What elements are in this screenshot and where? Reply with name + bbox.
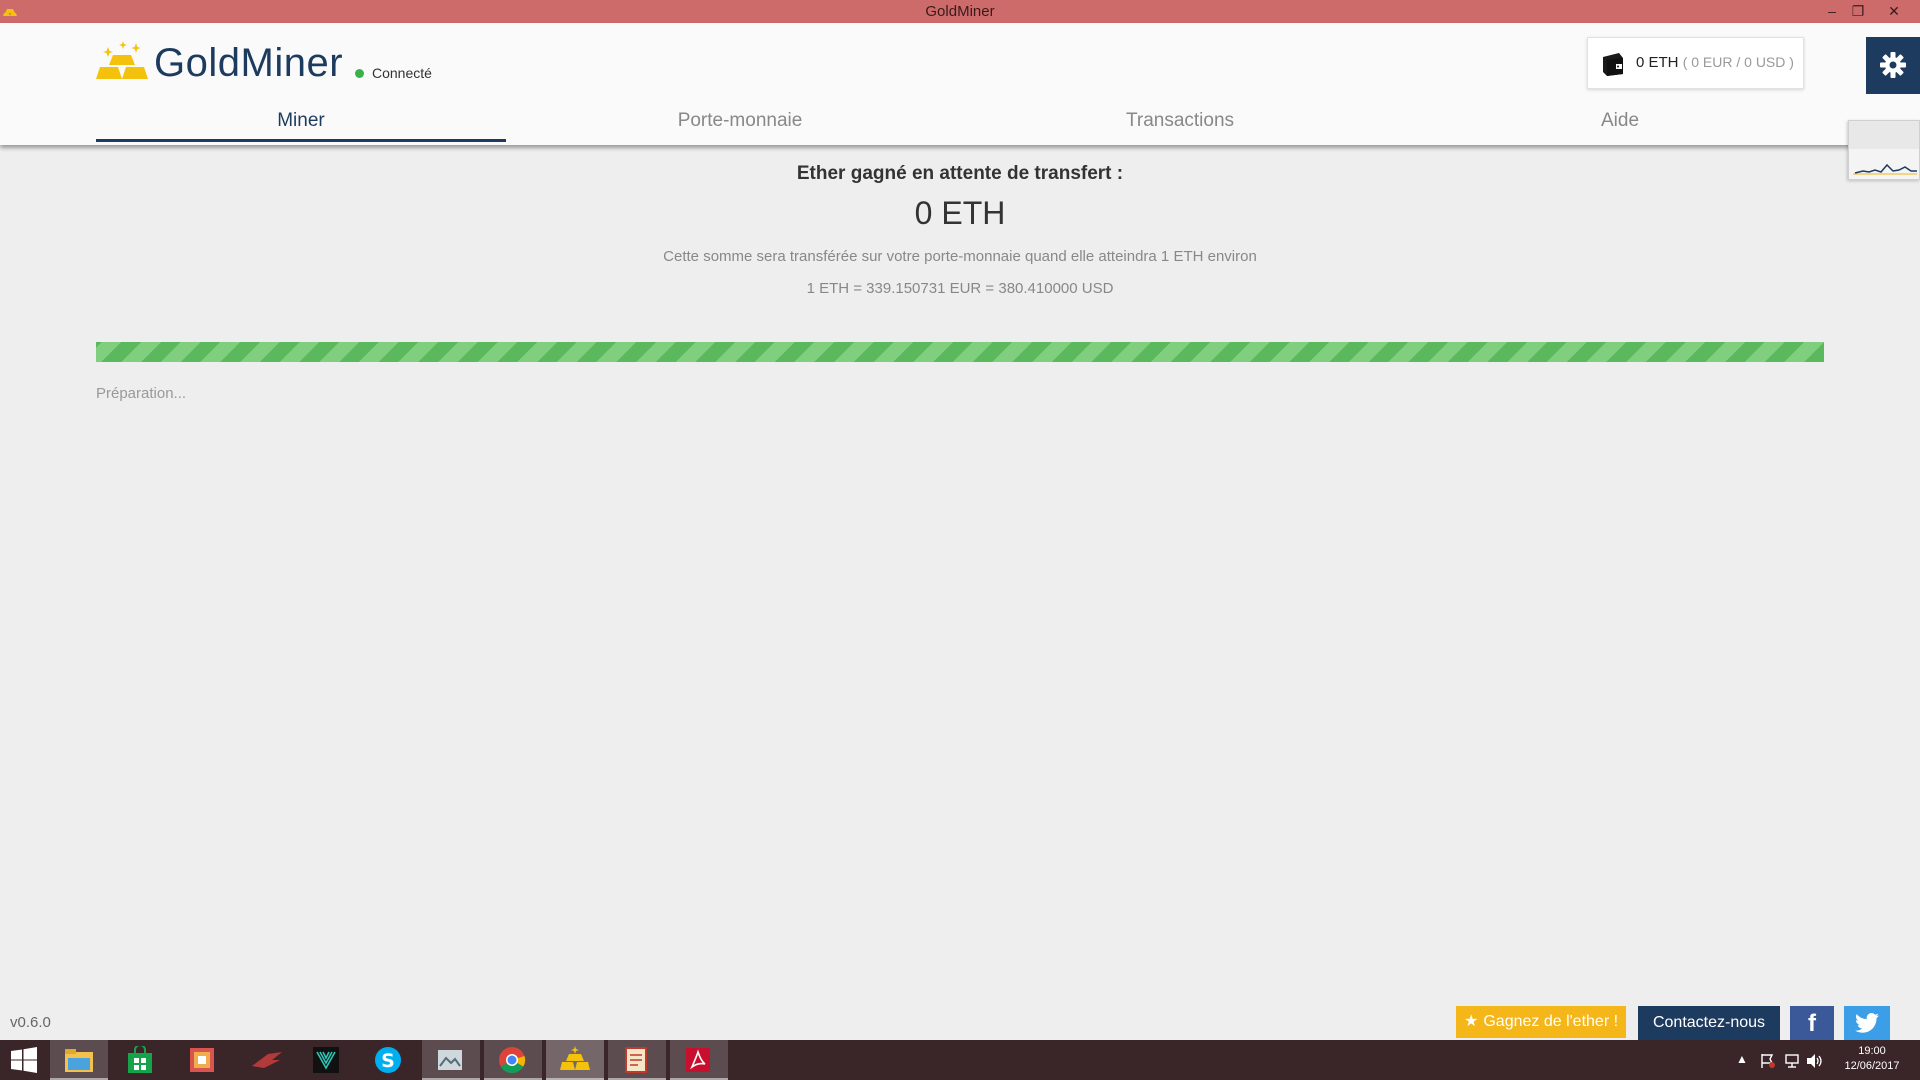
rog-eye-icon [252, 1052, 282, 1068]
taskbar-file-explorer[interactable] [50, 1040, 108, 1080]
facebook-icon: f [1808, 1010, 1816, 1037]
contact-button[interactable]: Contactez-nous [1638, 1006, 1780, 1040]
taskbar-photos[interactable] [422, 1040, 480, 1080]
tray-overflow-arrow[interactable]: ▲ [1736, 1052, 1748, 1080]
maximize-button[interactable]: ❐ [1846, 1, 1870, 21]
action-center-flag-icon[interactable] [1760, 1053, 1776, 1069]
taskbar-skype[interactable]: S [360, 1040, 418, 1080]
twitter-button[interactable] [1844, 1006, 1890, 1040]
volume-icon[interactable] [1806, 1053, 1824, 1069]
taskbar-steelseries[interactable] [298, 1040, 356, 1080]
app-name: GoldMiner [154, 41, 344, 85]
steelseries-icon [313, 1047, 339, 1073]
network-icon[interactable] [1784, 1053, 1800, 1069]
earn-ether-label: Gagnez de l'ether ! [1483, 1013, 1619, 1030]
gold-bars-icon [96, 41, 148, 79]
goldminer-taskbar-icon [560, 1046, 590, 1070]
taskbar-clock[interactable]: 19:00 12/06/2017 [1832, 1044, 1912, 1074]
start-button[interactable] [0, 1040, 48, 1080]
connection-status-label: Connecté [372, 65, 432, 81]
connection-status: Connecté [355, 65, 432, 81]
facebook-button[interactable]: f [1790, 1006, 1834, 1040]
wallet-icon [1603, 53, 1623, 76]
star-icon: ★ [1464, 1013, 1479, 1030]
taskbar-acrobat[interactable] [670, 1040, 728, 1080]
windows-logo-icon [11, 1047, 37, 1073]
wallet-balance-box[interactable]: 0 ETH ( 0 EUR / 0 USD ) [1587, 37, 1804, 89]
svg-text:S: S [381, 1050, 395, 1072]
store-bag-icon [128, 1046, 152, 1073]
app-version: v0.6.0 [10, 1014, 51, 1031]
taskbar-chrome[interactable] [484, 1040, 542, 1080]
mining-progress-fill [96, 342, 1824, 362]
window-title: GoldMiner [925, 3, 995, 20]
app-header: GoldMiner Connecté 0 ETH ( 0 EUR / 0 USD… [0, 23, 1920, 145]
tab-transactions[interactable]: Transactions [975, 110, 1385, 142]
close-button[interactable]: ✕ [1882, 1, 1906, 21]
window-titlebar: GoldMiner – ❐ ✕ [0, 0, 1920, 23]
status-dot-icon [355, 69, 364, 78]
taskbar-office[interactable] [174, 1040, 232, 1080]
chrome-icon [499, 1047, 526, 1074]
earned-label: Ether gagné en attente de transfert : [796, 163, 1124, 184]
earned-value: 0 ETH [914, 195, 1006, 231]
progress-status: Préparation... [96, 385, 187, 402]
taskbar-store[interactable] [112, 1040, 170, 1080]
earned-note: Cette somme sera transférée sur votre po… [663, 248, 1257, 265]
mini-graph-icon [1849, 121, 1919, 175]
skype-icon: S [375, 1047, 401, 1073]
settings-button[interactable] [1866, 37, 1920, 94]
wallet-conversion: ( 0 EUR / 0 USD ) [1682, 54, 1794, 70]
tab-aide[interactable]: Aide [1415, 110, 1825, 142]
clock-date: 12/06/2017 [1844, 1060, 1900, 1072]
acrobat-icon [686, 1048, 710, 1072]
taskbar-goldminer[interactable] [546, 1040, 604, 1080]
windows-taskbar: S ▲ 19:00 12/06/2017 [0, 1040, 1920, 1080]
tab-porte-monnaie[interactable]: Porte-monnaie [535, 110, 945, 142]
notes-icon [625, 1047, 647, 1073]
photos-icon [438, 1050, 462, 1070]
taskbar-notes[interactable] [608, 1040, 666, 1080]
twitter-icon [1855, 1013, 1879, 1033]
mining-progress-bar [96, 342, 1824, 362]
wallet-eth-amount: 0 ETH [1636, 54, 1679, 71]
hashrate-mini-graph[interactable] [1848, 120, 1920, 180]
wallet-balance: 0 ETH ( 0 EUR / 0 USD ) [1636, 54, 1794, 71]
gear-icon [1880, 52, 1906, 78]
folder-icon [65, 1049, 93, 1072]
office-app-icon [190, 1048, 214, 1072]
miner-panel: Ether gagné en attente de transfert : 0 … [0, 145, 1920, 1040]
earn-ether-button[interactable]: ★ Gagnez de l'ether ! [1456, 1006, 1626, 1038]
tab-miner[interactable]: Miner [96, 110, 506, 142]
taskbar-rog[interactable] [236, 1040, 294, 1080]
minimize-button[interactable]: – [1820, 1, 1844, 21]
exchange-rate: 1 ETH = 339.150731 EUR = 380.410000 USD [806, 280, 1114, 297]
clock-time: 19:00 [1858, 1045, 1886, 1057]
